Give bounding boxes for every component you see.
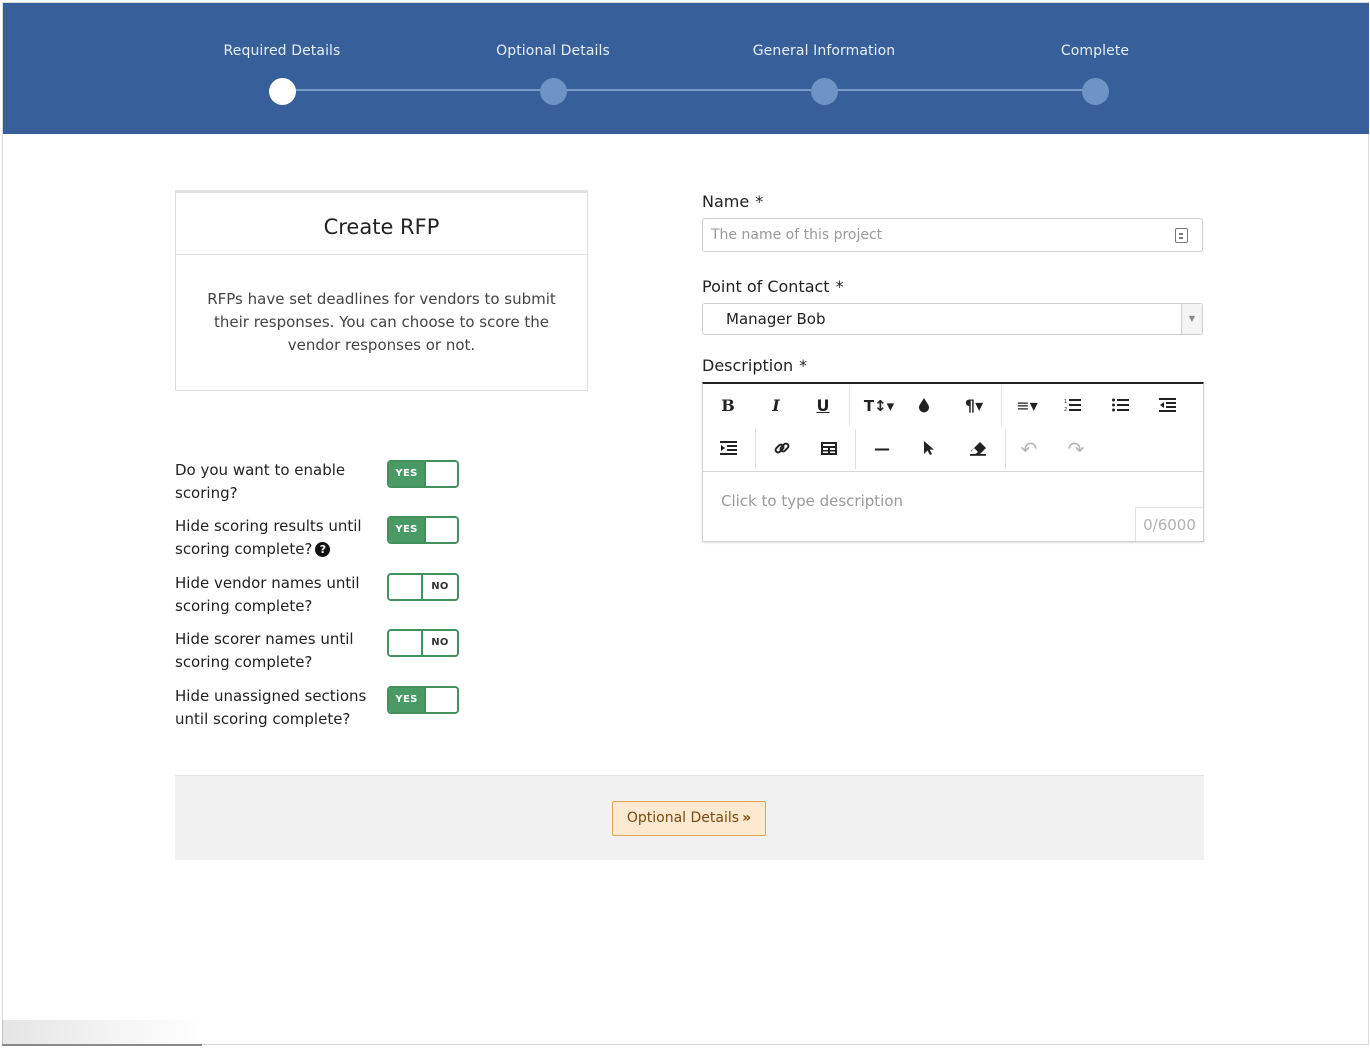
button-label: Optional Details bbox=[626, 810, 740, 826]
step-general-information[interactable]: General Information bbox=[704, 41, 944, 105]
step-dot-active bbox=[268, 78, 296, 105]
corner-shadow bbox=[2, 1020, 202, 1046]
step-dot bbox=[810, 78, 838, 105]
select-cursor-icon[interactable] bbox=[916, 434, 942, 464]
toggle-knob bbox=[389, 631, 423, 655]
toolbar-divider bbox=[1001, 386, 1002, 426]
name-input[interactable] bbox=[702, 218, 1203, 252]
bold-icon[interactable]: B bbox=[715, 391, 741, 421]
toggle-question: Hide unassigned sections until scoring c… bbox=[175, 687, 367, 728]
toolbar-divider bbox=[1005, 429, 1006, 469]
step-label: Required Details bbox=[223, 43, 341, 59]
font-size-icon[interactable]: T↕▾ bbox=[859, 391, 899, 421]
ordered-list-icon[interactable]: 12 bbox=[1059, 391, 1085, 421]
undo-icon[interactable]: ↶ bbox=[1016, 434, 1042, 464]
italic-icon[interactable]: I bbox=[763, 391, 789, 421]
toggle-knob bbox=[424, 688, 457, 712]
step-dot bbox=[539, 78, 567, 105]
help-icon[interactable]: ? bbox=[315, 542, 331, 557]
step-dot bbox=[1081, 78, 1109, 105]
hide-unassigned-sections-toggle[interactable]: YES bbox=[387, 686, 459, 714]
contact-card-icon bbox=[1175, 228, 1188, 243]
enable-scoring-toggle[interactable]: YES bbox=[387, 460, 459, 488]
toggle-knob bbox=[424, 462, 457, 486]
character-counter: 0/6000 bbox=[1135, 507, 1203, 541]
description-label: Description * bbox=[702, 356, 808, 375]
toggle-state: NO bbox=[431, 637, 449, 648]
toggle-knob bbox=[424, 518, 457, 542]
description-input[interactable]: Click to type description bbox=[721, 492, 903, 510]
card-description: RFPs have set deadlines for vendors to s… bbox=[207, 290, 556, 354]
toolbar-divider bbox=[855, 429, 856, 469]
indent-icon[interactable] bbox=[715, 434, 741, 464]
point-of-contact-label: Point of Contact * bbox=[702, 277, 844, 296]
toggle-state: YES bbox=[389, 462, 424, 486]
required-mark: * bbox=[755, 192, 764, 211]
footer-action-bar: Optional Details» bbox=[175, 775, 1204, 860]
toggle-knob bbox=[389, 575, 423, 599]
toggle-state: NO bbox=[431, 581, 449, 592]
underline-icon[interactable]: U bbox=[810, 391, 836, 421]
toolbar-divider bbox=[849, 386, 850, 426]
select-value: Manager Bob bbox=[726, 310, 826, 328]
step-required-details[interactable]: Required Details bbox=[162, 41, 402, 105]
redo-icon[interactable]: ↷ bbox=[1063, 434, 1089, 464]
paragraph-icon[interactable]: ¶▾ bbox=[956, 391, 992, 421]
hide-scorer-names-toggle[interactable]: NO bbox=[387, 629, 459, 657]
step-complete[interactable]: Complete bbox=[975, 41, 1215, 105]
unordered-list-icon[interactable] bbox=[1107, 391, 1133, 421]
horizontal-rule-icon[interactable]: — bbox=[869, 434, 895, 464]
chevron-down-icon[interactable]: ▼ bbox=[1181, 304, 1202, 334]
point-of-contact-select[interactable]: Manager Bob ▼ bbox=[702, 303, 1203, 335]
step-label: Complete bbox=[1060, 43, 1130, 59]
align-icon[interactable]: ≡▾ bbox=[1009, 391, 1045, 421]
hide-scoring-results-toggle[interactable]: YES bbox=[387, 516, 459, 544]
toggle-question: Hide vendor names until scoring complete… bbox=[175, 574, 360, 615]
required-mark: * bbox=[835, 277, 844, 296]
toggle-question: Hide scoring results until scoring compl… bbox=[175, 517, 362, 558]
outdent-icon[interactable] bbox=[1154, 391, 1180, 421]
toggle-state: YES bbox=[389, 688, 424, 712]
progress-stepper: Required Details Optional Details Genera… bbox=[3, 3, 1369, 134]
double-chevron-right-icon: » bbox=[742, 810, 752, 826]
svg-text:2: 2 bbox=[1064, 407, 1067, 412]
name-label: Name * bbox=[702, 192, 764, 211]
svg-text:1: 1 bbox=[1064, 399, 1067, 405]
table-icon[interactable] bbox=[816, 434, 842, 464]
toggle-state: YES bbox=[389, 518, 424, 542]
hide-vendor-names-toggle[interactable]: NO bbox=[387, 573, 459, 601]
toggle-question: Do you want to enable scoring? bbox=[175, 461, 346, 502]
toggle-question: Hide scorer names until scoring complete… bbox=[175, 630, 354, 671]
link-icon[interactable] bbox=[769, 434, 795, 464]
required-mark: * bbox=[799, 356, 808, 375]
step-optional-details[interactable]: Optional Details bbox=[433, 41, 673, 105]
description-editor: B I U T↕▾ ¶▾ ≡▾ 12 — ↶ ↷ Click to type d… bbox=[702, 382, 1204, 542]
card-title: Create RFP bbox=[176, 193, 587, 255]
eraser-icon[interactable] bbox=[965, 434, 991, 464]
step-label: Optional Details bbox=[496, 43, 610, 59]
color-drop-icon[interactable] bbox=[911, 391, 937, 421]
step-label: General Information bbox=[752, 43, 896, 59]
toolbar-divider bbox=[755, 429, 756, 469]
optional-details-button[interactable]: Optional Details» bbox=[612, 801, 766, 836]
editor-toolbar: B I U T↕▾ ¶▾ ≡▾ 12 — ↶ ↷ bbox=[703, 384, 1203, 472]
info-card: Create RFP RFPs have set deadlines for v… bbox=[175, 190, 588, 391]
